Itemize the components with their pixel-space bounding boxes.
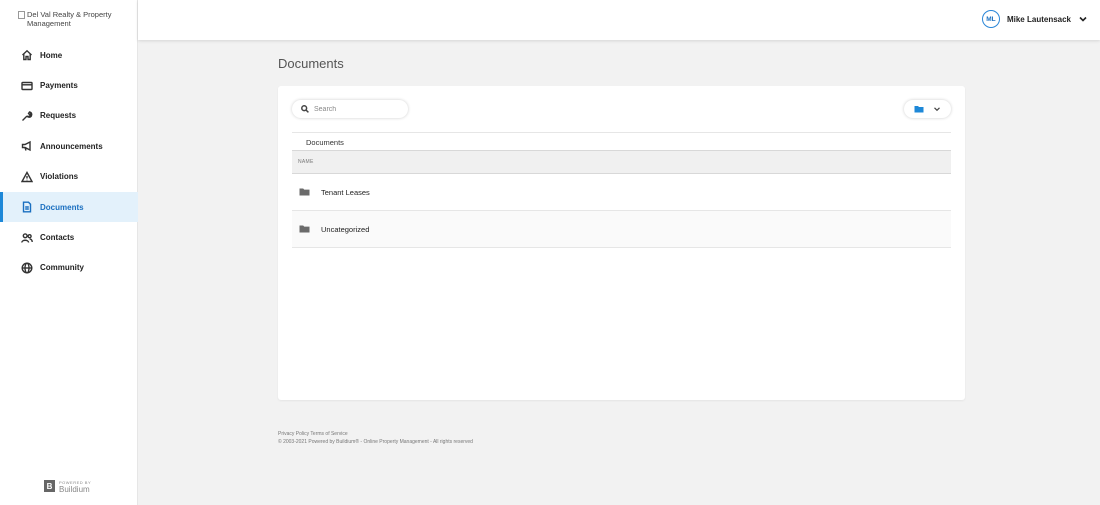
user-name: Mike Lautensack (1006, 14, 1071, 24)
sidebar-item-community[interactable]: Community (0, 253, 138, 283)
buildium-brand: Buildium (59, 485, 90, 494)
sidebar-item-violations[interactable]: Violations (0, 162, 138, 192)
logo-alt-text: Del Val Realty & Property Management (27, 10, 112, 28)
sidebar-item-label: Payments (40, 81, 78, 91)
footer: Privacy Policy Terms of Service © 2003-2… (278, 430, 473, 446)
sidebar-item-requests[interactable]: Requests (0, 101, 138, 131)
sidebar-item-label: Announcements (40, 141, 103, 151)
megaphone-icon (20, 140, 33, 153)
company-logo[interactable]: Del Val Realty & Property Management (18, 10, 128, 28)
sidebar-item-label: Violations (40, 172, 79, 182)
chevron-down-icon (1079, 16, 1087, 22)
top-bar: ML Mike Lautensack (138, 0, 1100, 40)
sidebar-item-contacts[interactable]: Contacts (0, 222, 138, 252)
sidebar-item-announcements[interactable]: Announcements (0, 131, 138, 161)
sidebar: Del Val Realty & Property Management Hom… (0, 0, 138, 505)
page-title: Documents (278, 56, 344, 71)
sidebar-item-label: Home (40, 50, 63, 60)
globe-icon (20, 261, 33, 274)
sidebar-item-payments[interactable]: Payments (0, 70, 138, 100)
footer-links[interactable]: Privacy Policy Terms of Service (278, 430, 473, 438)
search-icon (301, 105, 309, 113)
sidebar-item-documents[interactable]: Documents (0, 191, 138, 223)
sidebar-item-label: Requests (40, 111, 77, 121)
documents-card: Documents NAME Tenant Leases Uncategoriz… (278, 86, 965, 400)
sidebar-item-label: Community (40, 263, 84, 273)
warning-icon (20, 170, 33, 183)
home-icon (20, 49, 33, 62)
folder-view-icon (914, 106, 923, 113)
table-row[interactable]: Tenant Leases (292, 174, 951, 211)
broken-image-icon (18, 11, 25, 19)
document-icon (20, 201, 33, 214)
table-row[interactable]: Uncategorized (292, 211, 951, 248)
folder-icon (299, 225, 310, 233)
user-menu[interactable]: ML Mike Lautensack (981, 10, 1088, 28)
sidebar-item-label: Contacts (40, 233, 75, 243)
wrench-icon (20, 109, 33, 122)
breadcrumb[interactable]: Documents (292, 132, 951, 151)
sidebar-item-label: Documents (40, 202, 84, 212)
credit-card-icon (20, 79, 33, 92)
sidebar-item-home[interactable]: Home (0, 40, 138, 70)
row-name: Uncategorized (321, 224, 370, 234)
folder-icon (299, 188, 310, 196)
sidebar-nav: Home Payments Requests Announcements Vio… (0, 40, 138, 283)
view-toggle-dropdown[interactable] (904, 100, 951, 118)
row-name: Tenant Leases (321, 187, 370, 197)
avatar: ML (981, 10, 1000, 28)
chevron-down-icon (933, 107, 940, 112)
table-header-name[interactable]: NAME (292, 150, 951, 174)
buildium-logo-icon: B (44, 480, 55, 492)
search-box[interactable] (292, 100, 408, 118)
contacts-icon (20, 231, 33, 244)
search-input[interactable] (314, 105, 399, 113)
footer-copyright: © 2003-2021 Powered by Buildium® - Onlin… (278, 439, 473, 445)
powered-by-buildium[interactable]: B POWERED BY Buildium (44, 479, 91, 494)
